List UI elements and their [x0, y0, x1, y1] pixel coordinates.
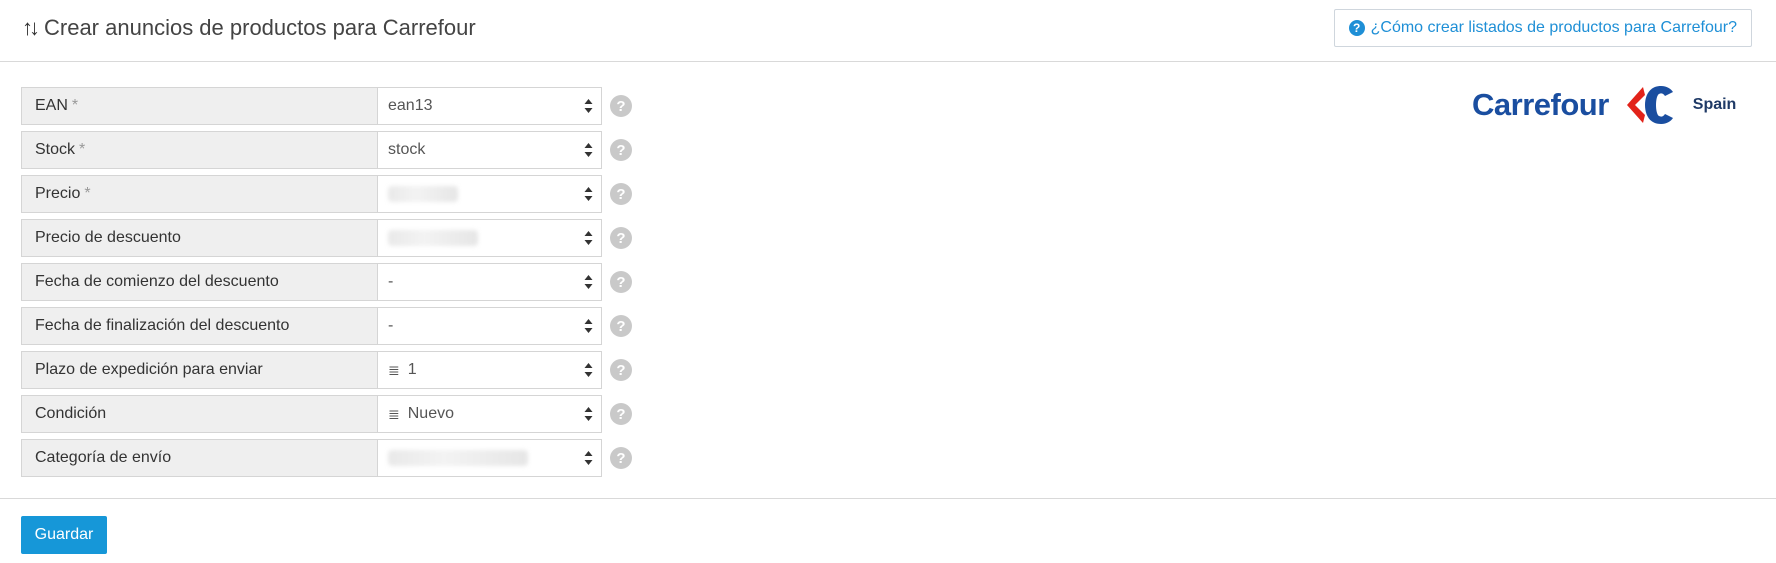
select-arrows-icon	[584, 99, 593, 113]
logo-wordmark: Carrefour	[1472, 87, 1609, 122]
field-label-text: Plazo de expedición para enviar	[35, 361, 263, 378]
select-value: 1	[407, 361, 417, 378]
page-header: ↑↓ Crear anuncios de productos para Carr…	[0, 0, 1776, 62]
fecha-finalizacion-select[interactable]: -	[378, 307, 602, 345]
select-value: ean13	[388, 97, 433, 114]
help-question-icon[interactable]: ?	[610, 403, 632, 425]
field-label-text: EAN	[35, 97, 68, 114]
list-lines-icon: ≣	[388, 405, 400, 422]
select-arrows-icon	[584, 275, 593, 289]
field-label: Fecha de comienzo del descuento	[21, 263, 378, 301]
field-label-text: Precio de descuento	[35, 229, 181, 246]
page-title-text: Crear anuncios de productos para Carrefo…	[44, 15, 476, 40]
redacted-value	[388, 186, 458, 202]
redacted-value	[388, 450, 528, 466]
field-label: Condición	[21, 395, 378, 433]
form-row-condicion: Condición ≣ Nuevo ?	[21, 395, 632, 433]
field-label-text: Condición	[35, 405, 107, 422]
select-arrows-icon	[584, 143, 593, 157]
listing-form: EAN * ean13 ? Stock * stock ? Precio * ?	[21, 87, 632, 483]
form-row-fecha-comienzo: Fecha de comienzo del descuento - ?	[21, 263, 632, 301]
select-arrows-icon	[584, 319, 593, 333]
field-label: Fecha de finalización del descuento	[21, 307, 378, 345]
help-link-text: ¿Cómo crear listados de productos para C…	[1370, 19, 1737, 36]
select-arrows-icon	[584, 451, 593, 465]
form-row-stock: Stock * stock ?	[21, 131, 632, 169]
sort-arrows-icon: ↑↓	[22, 15, 40, 40]
help-question-icon[interactable]: ?	[610, 447, 632, 469]
form-row-fecha-finalizacion: Fecha de finalización del descuento - ?	[21, 307, 632, 345]
fecha-comienzo-select[interactable]: -	[378, 263, 602, 301]
field-label: Categoría de envío	[21, 439, 378, 477]
field-label: Plazo de expedición para enviar	[21, 351, 378, 389]
help-question-icon[interactable]: ?	[610, 183, 632, 205]
help-question-icon[interactable]: ?	[610, 95, 632, 117]
select-value: Nuevo	[407, 405, 454, 422]
form-row-precio-descuento: Precio de descuento ?	[21, 219, 632, 257]
help-circle-icon: ?	[1348, 20, 1365, 36]
select-arrows-icon	[584, 231, 593, 245]
help-question-icon[interactable]: ?	[610, 359, 632, 381]
help-question-icon[interactable]: ?	[610, 227, 632, 249]
plazo-expedicion-select[interactable]: ≣ 1	[378, 351, 602, 389]
form-row-plazo-expedicion: Plazo de expedición para enviar ≣ 1 ?	[21, 351, 632, 389]
help-question-icon[interactable]: ?	[610, 315, 632, 337]
stock-select[interactable]: stock	[378, 131, 602, 169]
field-label: Precio *	[21, 175, 378, 213]
list-lines-icon: ≣	[388, 361, 400, 378]
footer-divider	[0, 498, 1776, 499]
save-button[interactable]: Guardar	[21, 516, 107, 554]
required-marker: *	[84, 185, 91, 202]
form-row-categoria-envio: Categoría de envío ?	[21, 439, 632, 477]
select-arrows-icon	[584, 363, 593, 377]
select-value: -	[388, 273, 394, 290]
condicion-select[interactable]: ≣ Nuevo	[378, 395, 602, 433]
field-label-text: Fecha de comienzo del descuento	[35, 273, 279, 290]
select-arrows-icon	[584, 187, 593, 201]
help-question-icon[interactable]: ?	[610, 139, 632, 161]
form-row-ean: EAN * ean13 ?	[21, 87, 632, 125]
page-title: ↑↓ Crear anuncios de productos para Carr…	[22, 15, 476, 41]
carrefour-emblem-icon	[1626, 86, 1673, 124]
form-row-precio: Precio * ?	[21, 175, 632, 213]
field-label-text: Precio	[35, 185, 81, 202]
precio-select[interactable]	[378, 175, 602, 213]
field-label: EAN *	[21, 87, 378, 125]
categoria-envio-select[interactable]	[378, 439, 602, 477]
field-label-text: Stock	[35, 141, 76, 158]
help-question-icon[interactable]: ?	[610, 271, 632, 293]
field-label: Stock *	[21, 131, 378, 169]
select-arrows-icon	[584, 407, 593, 421]
ean-select[interactable]: ean13	[378, 87, 602, 125]
select-value: -	[388, 317, 394, 334]
required-marker: *	[79, 141, 86, 158]
required-marker: *	[71, 97, 79, 114]
logo-region: Spain	[1692, 96, 1737, 113]
precio-descuento-select[interactable]	[378, 219, 602, 257]
field-label-text: Categoría de envío	[35, 449, 172, 466]
help-link[interactable]: ? ¿Cómo crear listados de productos para…	[1333, 9, 1752, 47]
field-label-text: Fecha de finalización del descuento	[35, 317, 290, 334]
carrefour-logo: Carrefour Spain	[1472, 84, 1736, 126]
redacted-value	[388, 230, 478, 246]
field-label: Precio de descuento	[21, 219, 378, 257]
select-value: stock	[388, 141, 426, 158]
